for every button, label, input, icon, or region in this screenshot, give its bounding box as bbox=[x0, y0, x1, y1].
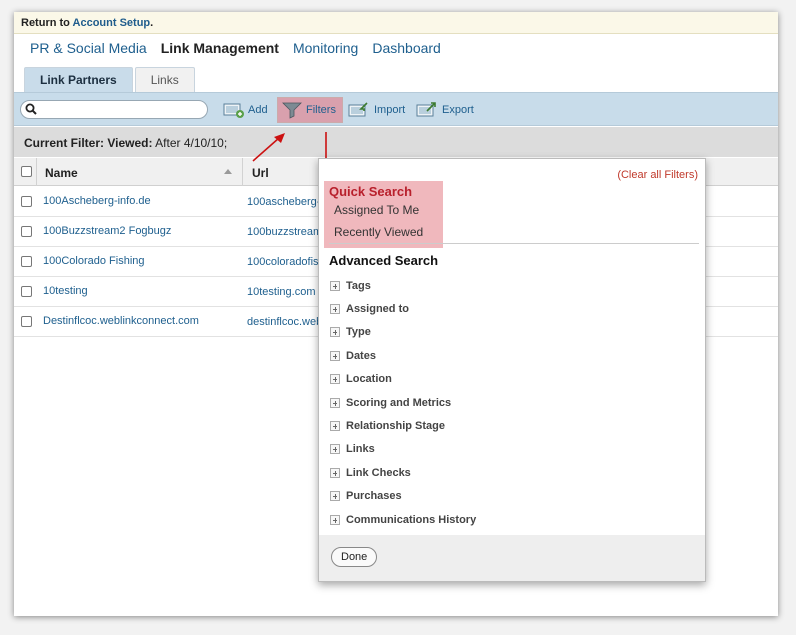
advanced-filter-label: Communications History bbox=[346, 513, 477, 526]
current-filter-bar: Current Filter: Viewed: After 4/10/10; bbox=[14, 127, 778, 157]
quick-search-assigned-to-me[interactable]: Assigned To Me bbox=[334, 203, 419, 217]
divider bbox=[329, 243, 699, 244]
nav-pr-social-media[interactable]: PR & Social Media bbox=[30, 40, 147, 60]
return-prefix: Return to bbox=[21, 17, 73, 29]
expand-plus-icon[interactable] bbox=[330, 280, 340, 291]
add-button[interactable]: Add bbox=[223, 97, 268, 123]
row-checkbox[interactable] bbox=[21, 316, 32, 327]
partner-url-link[interactable]: 100coloradofis bbox=[247, 256, 319, 268]
column-divider bbox=[242, 158, 243, 186]
advanced-filter-communications-history[interactable]: Communications History bbox=[330, 508, 476, 531]
return-bar: Return to Account Setup. bbox=[14, 12, 778, 34]
current-filter-label: Current Filter: Viewed: bbox=[24, 136, 153, 150]
partner-url-link[interactable]: 100ascheberg- bbox=[247, 196, 320, 208]
row-checkbox[interactable] bbox=[21, 256, 32, 267]
partner-name-link[interactable]: 10testing bbox=[43, 285, 88, 297]
advanced-filter-label: Scoring and Metrics bbox=[346, 396, 452, 409]
advanced-filter-label: Link Checks bbox=[346, 466, 411, 479]
expand-plus-icon[interactable] bbox=[330, 327, 340, 338]
search-box bbox=[20, 100, 208, 119]
advanced-filter-dates[interactable]: Dates bbox=[330, 344, 476, 367]
advanced-filter-relationship-stage[interactable]: Relationship Stage bbox=[330, 414, 476, 437]
current-filter-value: After 4/10/10; bbox=[152, 136, 228, 150]
advanced-filter-assigned-to[interactable]: Assigned to bbox=[330, 297, 476, 320]
partner-name-link[interactable]: 100Colorado Fishing bbox=[43, 255, 145, 267]
expand-plus-icon[interactable] bbox=[330, 514, 340, 525]
export-button[interactable]: Export bbox=[415, 97, 474, 123]
import-label: Import bbox=[374, 104, 406, 116]
filters-label: Filters bbox=[306, 104, 336, 116]
advanced-filter-label: Dates bbox=[346, 349, 376, 362]
nav-monitoring[interactable]: Monitoring bbox=[293, 40, 358, 60]
funnel-icon bbox=[282, 102, 302, 119]
advanced-filter-scoring-and-metrics[interactable]: Scoring and Metrics bbox=[330, 391, 476, 414]
add-label: Add bbox=[248, 104, 268, 116]
import-button[interactable]: Import bbox=[347, 97, 405, 123]
nav-dashboard[interactable]: Dashboard bbox=[372, 40, 441, 60]
annotation-arrow bbox=[252, 133, 285, 162]
expand-plus-icon[interactable] bbox=[330, 397, 340, 408]
expand-plus-icon[interactable] bbox=[330, 350, 340, 361]
import-icon bbox=[348, 102, 368, 117]
expand-plus-icon[interactable] bbox=[330, 491, 340, 502]
page: Return to Account Setup. PR & Social Med… bbox=[0, 0, 796, 635]
filters-dropdown: (Clear all Filters) Quick Search Assigne… bbox=[318, 158, 706, 582]
tab-links[interactable]: Links bbox=[134, 67, 195, 93]
export-icon bbox=[416, 102, 436, 117]
filters-button[interactable]: Filters bbox=[277, 97, 343, 123]
tab-bar: Link Partners Links bbox=[24, 67, 195, 93]
clear-all-filters-link[interactable]: (Clear all Filters) bbox=[617, 169, 698, 181]
add-icon bbox=[223, 103, 244, 118]
expand-plus-icon[interactable] bbox=[330, 467, 340, 478]
advanced-filter-label: Location bbox=[346, 373, 392, 386]
row-checkbox[interactable] bbox=[21, 286, 32, 297]
advanced-filter-link-checks[interactable]: Link Checks bbox=[330, 461, 476, 484]
toolbar: Add Filters Import Export bbox=[14, 92, 778, 126]
search-input[interactable] bbox=[39, 102, 203, 117]
app-window: Return to Account Setup. PR & Social Med… bbox=[14, 12, 778, 616]
row-checkbox[interactable] bbox=[21, 196, 32, 207]
partner-name-link[interactable]: 100Ascheberg-info.de bbox=[43, 195, 151, 207]
advanced-filter-type[interactable]: Type bbox=[330, 321, 476, 344]
done-button[interactable]: Done bbox=[331, 547, 378, 567]
partner-name-link[interactable]: 100Buzzstream2 Fogbugz bbox=[43, 225, 171, 237]
nav-link-management[interactable]: Link Management bbox=[161, 40, 279, 60]
advanced-search-list: Tags Assigned to Type Dates Location Sco… bbox=[330, 274, 476, 531]
column-header-name[interactable]: Name bbox=[45, 166, 78, 180]
advanced-filter-tags[interactable]: Tags bbox=[330, 274, 476, 297]
expand-plus-icon[interactable] bbox=[330, 421, 340, 432]
expand-plus-icon[interactable] bbox=[330, 374, 340, 385]
advanced-filter-links[interactable]: Links bbox=[330, 438, 476, 461]
advanced-filter-label: Assigned to bbox=[346, 303, 409, 316]
sort-ascending-icon[interactable] bbox=[224, 169, 232, 174]
quick-search-title: Quick Search bbox=[329, 184, 413, 199]
expand-plus-icon[interactable] bbox=[330, 304, 340, 315]
column-divider bbox=[36, 158, 37, 186]
select-all-checkbox[interactable] bbox=[21, 166, 32, 177]
return-suffix: . bbox=[150, 17, 154, 29]
partner-name-link[interactable]: Destinflcoc.weblinkconnect.com bbox=[43, 315, 199, 327]
advanced-filter-label: Tags bbox=[346, 279, 371, 292]
search-icon bbox=[25, 103, 37, 115]
partner-url-link[interactable]: 10testing.com bbox=[247, 286, 315, 298]
main-nav: PR & Social Media Link Management Monito… bbox=[30, 40, 441, 60]
advanced-filter-label: Relationship Stage bbox=[346, 420, 446, 433]
advanced-filter-label: Links bbox=[346, 443, 375, 456]
advanced-search-title: Advanced Search bbox=[329, 253, 439, 268]
expand-plus-icon[interactable] bbox=[330, 444, 340, 455]
row-checkbox[interactable] bbox=[21, 226, 32, 237]
advanced-filter-label: Type bbox=[346, 326, 371, 339]
column-header-url[interactable]: Url bbox=[252, 166, 269, 180]
advanced-filter-location[interactable]: Location bbox=[330, 368, 476, 391]
quick-search-recently-viewed[interactable]: Recently Viewed bbox=[334, 225, 423, 239]
partner-url-link[interactable]: 100buzzstream bbox=[247, 226, 322, 238]
advanced-filter-label: Purchases bbox=[346, 490, 402, 503]
dropdown-footer: Done bbox=[319, 535, 705, 581]
advanced-filter-purchases[interactable]: Purchases bbox=[330, 485, 476, 508]
account-setup-link[interactable]: Account Setup bbox=[73, 17, 151, 29]
partner-url-link[interactable]: destinflcoc.web bbox=[247, 316, 322, 328]
tab-link-partners[interactable]: Link Partners bbox=[24, 67, 133, 93]
export-label: Export bbox=[442, 104, 474, 116]
